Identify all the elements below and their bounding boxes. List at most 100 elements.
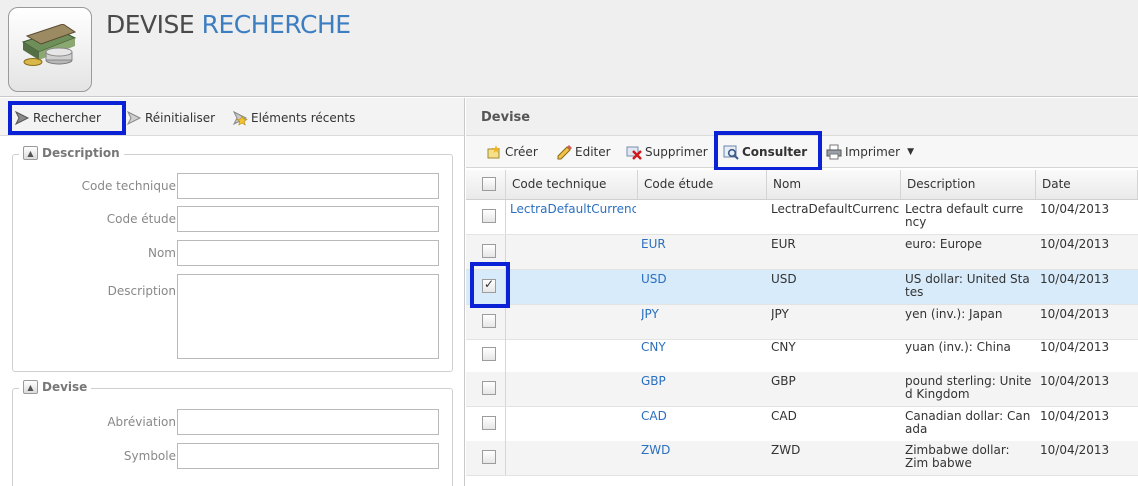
cell-date: 10/04/2013 bbox=[1040, 340, 1110, 354]
cell-code-etude[interactable]: GBP bbox=[641, 372, 765, 406]
money-stack-icon bbox=[21, 24, 77, 66]
row-checkbox[interactable] bbox=[482, 450, 496, 464]
table-row[interactable]: CNY CNY yuan (inv.): China 10/04/2013 bbox=[466, 338, 1138, 373]
results-toolbar: Créer Editer Supprimer Consulter Imprime… bbox=[466, 131, 1138, 171]
cell-code-technique[interactable] bbox=[510, 235, 636, 269]
cell-description: Lectra default curre ncy bbox=[905, 202, 1024, 229]
cell-nom: LectraDefaultCurrenc bbox=[771, 202, 899, 216]
table-row[interactable]: USD USD US dollar: United Sta tes 10/04/201… bbox=[466, 270, 1138, 305]
column-header-description[interactable]: Description bbox=[901, 170, 1036, 199]
cell-date: 10/04/2013 bbox=[1040, 237, 1110, 251]
nom-input[interactable] bbox=[177, 240, 439, 266]
search-toolbar: Rechercher Réinitialiser Eléments récent… bbox=[0, 98, 464, 136]
row-checkbox[interactable] bbox=[482, 209, 496, 223]
recent-items-button[interactable]: Eléments récents bbox=[232, 109, 355, 127]
cell-code-etude[interactable]: JPY bbox=[641, 305, 765, 339]
code-technique-input[interactable] bbox=[177, 173, 439, 199]
code-etude-input[interactable] bbox=[177, 206, 439, 232]
cell-date: 10/04/2013 bbox=[1040, 409, 1110, 423]
cell-date: 10/04/2013 bbox=[1040, 307, 1110, 321]
cell-nom: JPY bbox=[771, 307, 789, 321]
devise-fieldset: ▲ Devise Abréviation Symbole bbox=[12, 380, 453, 486]
devise-legend: ▲ Devise bbox=[19, 380, 92, 394]
cell-nom: CNY bbox=[771, 340, 796, 354]
row-checkbox[interactable] bbox=[482, 416, 496, 430]
collapse-description-button[interactable]: ▲ bbox=[23, 146, 38, 160]
abreviation-input[interactable] bbox=[177, 409, 439, 435]
column-header-nom[interactable]: Nom bbox=[767, 170, 901, 199]
cell-date: 10/04/2013 bbox=[1040, 374, 1110, 388]
cell-code-etude[interactable]: CAD bbox=[641, 407, 765, 441]
devise-legend-label: Devise bbox=[42, 380, 88, 394]
cell-description: yen (inv.): Japan bbox=[905, 307, 1003, 321]
nom-label: Nom bbox=[147, 246, 176, 260]
row-checkbox-cell bbox=[466, 441, 506, 475]
cell-description: Canadian dollar: Can ada bbox=[905, 409, 1031, 436]
cell-code-etude[interactable] bbox=[641, 200, 765, 234]
row-checkbox-cell bbox=[466, 372, 506, 406]
page-title-part2: RECHERCHE bbox=[201, 10, 351, 39]
reset-button-label: Réinitialiser bbox=[145, 111, 216, 125]
cell-code-technique[interactable] bbox=[510, 270, 636, 304]
table-row[interactable]: CAD CAD Canadian dollar: Can ada 10/04/2013 bbox=[466, 407, 1138, 442]
row-checkbox[interactable] bbox=[482, 347, 496, 361]
cell-description: US dollar: United Sta tes bbox=[905, 272, 1030, 299]
grid-header-row: Code technique Code étude Nom Descriptio… bbox=[466, 170, 1138, 200]
delete-icon bbox=[626, 146, 642, 160]
cell-nom: ZWD bbox=[771, 443, 801, 457]
print-button[interactable]: Imprimer ▼ bbox=[826, 143, 914, 161]
cell-code-etude[interactable]: EUR bbox=[641, 235, 765, 269]
symbole-input[interactable] bbox=[177, 443, 439, 469]
row-checkbox[interactable] bbox=[482, 381, 496, 395]
row-checkbox-cell bbox=[466, 338, 506, 372]
printer-icon bbox=[826, 144, 842, 160]
column-header-code-etude[interactable]: Code étude bbox=[638, 170, 767, 199]
table-row[interactable]: JPY JPY yen (inv.): Japan 10/04/2013 bbox=[466, 305, 1138, 340]
edit-pencil-icon bbox=[557, 145, 572, 160]
edit-button-label: Editer bbox=[575, 145, 611, 159]
cell-code-technique[interactable] bbox=[510, 372, 636, 406]
cell-code-technique[interactable]: LectraDefaultCurrenc bbox=[510, 200, 636, 234]
table-row[interactable]: ZWD ZWD Zimbabwe dollar: Zim babwe 10/04/20… bbox=[466, 441, 1138, 476]
cell-code-technique[interactable] bbox=[510, 305, 636, 339]
page-title: DEVISE RECHERCHE bbox=[106, 10, 351, 39]
collapse-devise-button[interactable]: ▲ bbox=[23, 380, 38, 394]
edit-button[interactable]: Editer bbox=[556, 143, 611, 161]
cell-nom: EUR bbox=[771, 237, 796, 251]
search-button-highlight bbox=[8, 101, 126, 135]
table-row[interactable]: EUR EUR euro: Europe 10/04/2013 bbox=[466, 235, 1138, 270]
search-panel: Rechercher Réinitialiser Eléments récent… bbox=[0, 98, 465, 486]
reset-button[interactable]: Réinitialiser bbox=[126, 109, 215, 127]
cell-code-technique[interactable] bbox=[510, 338, 636, 372]
table-row[interactable]: LectraDefaultCurrenc LectraDefaultCurrenc… bbox=[466, 200, 1138, 235]
description-fieldset: ▲ Description Code technique Code étude … bbox=[12, 146, 453, 372]
delete-button-label: Supprimer bbox=[645, 145, 708, 159]
row-checkbox[interactable] bbox=[482, 314, 496, 328]
cell-code-technique[interactable] bbox=[510, 407, 636, 441]
cell-description: euro: Europe bbox=[905, 237, 983, 251]
code-etude-label: Code étude bbox=[106, 212, 176, 226]
column-header-code-technique[interactable]: Code technique bbox=[506, 170, 638, 199]
cell-code-etude[interactable]: USD bbox=[641, 270, 765, 304]
description-label: Description bbox=[107, 284, 176, 298]
row-checkbox[interactable] bbox=[482, 244, 496, 258]
recent-items-label: Eléments récents bbox=[251, 111, 356, 125]
cell-code-technique[interactable] bbox=[510, 441, 636, 475]
column-header-date[interactable]: Date bbox=[1036, 170, 1138, 199]
description-legend-label: Description bbox=[42, 146, 120, 160]
reset-icon bbox=[126, 110, 142, 126]
print-dropdown-icon[interactable]: ▼ bbox=[907, 147, 914, 157]
page-title-part1: DEVISE bbox=[106, 10, 195, 39]
cell-nom: CAD bbox=[771, 409, 797, 423]
table-row[interactable]: GBP GBP pound sterling: Unite d Kingdom 10/… bbox=[466, 372, 1138, 407]
description-textarea[interactable] bbox=[177, 274, 439, 359]
row-checkbox-cell bbox=[466, 407, 506, 441]
results-panel: Devise Créer Editer Supprimer Consulter … bbox=[466, 98, 1138, 486]
cell-code-etude[interactable]: CNY bbox=[641, 338, 765, 372]
cell-code-etude[interactable]: ZWD bbox=[641, 441, 765, 475]
create-button[interactable]: Créer bbox=[486, 143, 538, 161]
delete-button[interactable]: Supprimer bbox=[626, 143, 708, 161]
select-all-checkbox[interactable] bbox=[482, 177, 496, 191]
description-legend: ▲ Description bbox=[19, 146, 124, 160]
view-button-highlight bbox=[714, 131, 822, 171]
